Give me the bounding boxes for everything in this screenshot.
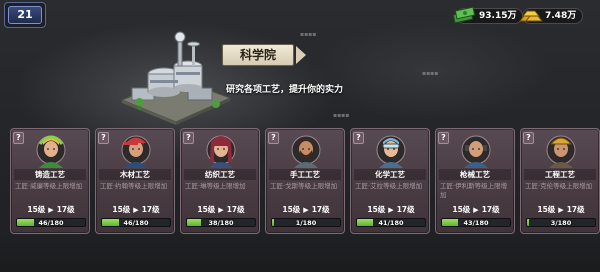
level-range: 15级 ▶ 17级 bbox=[440, 204, 512, 215]
craft-card[interactable]: ? 手工工艺工匠·戈斯等级上限增加 15级 ▶ 17级 1/180 bbox=[265, 128, 345, 234]
to-level: 17级 bbox=[311, 205, 330, 214]
level-range: 15级 ▶ 17级 bbox=[355, 204, 427, 215]
blonde-worker-portrait bbox=[36, 132, 66, 168]
progress-text: 38/180 bbox=[208, 219, 234, 227]
craft-description: 工匠·约翰等级上限增加 bbox=[100, 182, 168, 190]
to-level: 17级 bbox=[226, 205, 245, 214]
from-level: 15级 bbox=[112, 205, 131, 214]
helmet-worker-portrait bbox=[546, 132, 576, 168]
red-hair-woman-portrait bbox=[206, 132, 236, 168]
level-range: 15级 ▶ 17级 bbox=[270, 204, 342, 215]
craft-name: 木材工艺 bbox=[99, 169, 171, 180]
progress-text: 41/180 bbox=[378, 219, 404, 227]
craft-name: 化学工艺 bbox=[354, 169, 426, 180]
craft-description: 工匠·威廉等级上限增加 bbox=[15, 182, 83, 190]
craft-card[interactable]: ? 铸造工艺工匠·威廉等级上限增加 15级 ▶ 17级 46/180 bbox=[10, 128, 90, 234]
craft-name: 枪械工艺 bbox=[439, 169, 511, 180]
research-progress-bar: 1/180 bbox=[271, 218, 341, 227]
craft-card[interactable]: ? 木材工艺工匠·约翰等级上限增加 15级 ▶ 17级 46/180 bbox=[95, 128, 175, 234]
help-badge-icon[interactable]: ? bbox=[268, 132, 279, 144]
craft-card[interactable]: ? 工程工艺工匠·克伦等级上限增加 15级 ▶ 17级 3/180 bbox=[520, 128, 600, 234]
building-name-sign: 科学院 bbox=[222, 44, 294, 66]
from-level: 15级 bbox=[537, 205, 556, 214]
arrow-right-icon: ▶ bbox=[388, 206, 394, 214]
gold-bars-icon bbox=[517, 4, 544, 26]
arrow-right-icon: ▶ bbox=[48, 206, 54, 214]
academy-building-image[interactable] bbox=[118, 30, 233, 125]
to-level: 17级 bbox=[56, 205, 75, 214]
to-level: 17级 bbox=[481, 205, 500, 214]
from-level: 15级 bbox=[197, 205, 216, 214]
cap-worker-portrait bbox=[121, 132, 151, 168]
craft-card[interactable]: ? 化学工艺工匠·艾拉等级上限增加 15级 ▶ 17级 41/180 bbox=[350, 128, 430, 234]
headset-man-portrait bbox=[461, 132, 491, 168]
craft-name: 铸造工艺 bbox=[14, 169, 86, 180]
progress-text: 3/180 bbox=[550, 219, 572, 227]
cash-stack-icon bbox=[451, 4, 477, 26]
progress-text: 43/180 bbox=[463, 219, 489, 227]
cash-counter[interactable]: 93.15万 bbox=[452, 6, 524, 24]
craft-card-list: ? 铸造工艺 工匠·威廉等级上限增加 15级 ▶ 17级 46/180? 木材工艺 工匠·约翰等… bbox=[10, 128, 600, 236]
cash-amount: 93.15万 bbox=[479, 11, 517, 21]
craft-name: 手工工艺 bbox=[269, 169, 341, 180]
research-progress-bar: 46/180 bbox=[16, 218, 86, 227]
craft-description: 工匠·伊利斯等级上限增加 bbox=[440, 182, 508, 199]
progress-text: 46/180 bbox=[123, 219, 149, 227]
arrow-right-icon: ▶ bbox=[558, 206, 564, 214]
player-level-badge[interactable]: 21 bbox=[8, 6, 42, 24]
map-location-label: ▪▪▪▪ bbox=[300, 31, 317, 38]
building-description: 研究各项工艺，提升你的实力 bbox=[226, 85, 344, 95]
help-badge-icon[interactable]: ? bbox=[183, 132, 194, 144]
level-range: 15级 ▶ 17级 bbox=[15, 204, 87, 215]
sign-flag-decoration bbox=[296, 46, 306, 64]
from-level: 15级 bbox=[282, 205, 301, 214]
progress-text: 1/180 bbox=[295, 219, 317, 227]
help-badge-icon[interactable]: ? bbox=[523, 132, 534, 144]
research-progress-bar: 41/180 bbox=[356, 218, 426, 227]
research-progress-bar: 38/180 bbox=[186, 218, 256, 227]
progress-text: 46/180 bbox=[38, 219, 64, 227]
to-level: 17级 bbox=[566, 205, 585, 214]
map-location-label: ▪▪▪▪ bbox=[333, 112, 350, 119]
gold-counter[interactable]: 7.48万 bbox=[518, 8, 584, 24]
craft-description: 工匠·琳等级上限增加 bbox=[185, 182, 246, 190]
craft-card[interactable]: ? 纺织工艺工匠·琳等级上限增加 15级 ▶ 17级 38/180 bbox=[180, 128, 260, 234]
from-level: 15级 bbox=[452, 205, 471, 214]
help-badge-icon[interactable]: ? bbox=[13, 132, 24, 144]
craft-description: 工匠·艾拉等级上限增加 bbox=[355, 182, 423, 190]
goggles-woman-portrait bbox=[376, 132, 406, 168]
from-level: 15级 bbox=[367, 205, 386, 214]
help-badge-icon[interactable]: ? bbox=[353, 132, 364, 144]
help-badge-icon[interactable]: ? bbox=[438, 132, 449, 144]
gold-amount: 7.48万 bbox=[545, 11, 577, 21]
bottom-shade bbox=[0, 240, 600, 272]
bearded-man-portrait bbox=[291, 132, 321, 168]
craft-description: 工匠·克伦等级上限增加 bbox=[525, 182, 593, 190]
to-level: 17级 bbox=[396, 205, 415, 214]
craft-card[interactable]: ? 枪械工艺工匠·伊利斯等级上限增加 15级 ▶ 17级 43/180 bbox=[435, 128, 515, 234]
level-range: 15级 ▶ 17级 bbox=[185, 204, 257, 215]
map-location-label: ▪▪▪▪ bbox=[422, 70, 439, 77]
level-range: 15级 ▶ 17级 bbox=[100, 204, 172, 215]
craft-description: 工匠·戈斯等级上限增加 bbox=[270, 182, 338, 190]
arrow-right-icon: ▶ bbox=[303, 206, 309, 214]
craft-name: 纺织工艺 bbox=[184, 169, 256, 180]
research-progress-bar: 46/180 bbox=[101, 218, 171, 227]
arrow-right-icon: ▶ bbox=[218, 206, 224, 214]
to-level: 17级 bbox=[141, 205, 160, 214]
research-progress-bar: 3/180 bbox=[526, 218, 596, 227]
arrow-right-icon: ▶ bbox=[133, 206, 139, 214]
level-range: 15级 ▶ 17级 bbox=[525, 204, 597, 215]
research-progress-bar: 43/180 bbox=[441, 218, 511, 227]
help-badge-icon[interactable]: ? bbox=[98, 132, 109, 144]
arrow-right-icon: ▶ bbox=[473, 206, 479, 214]
craft-name: 工程工艺 bbox=[524, 169, 596, 180]
from-level: 15级 bbox=[27, 205, 46, 214]
